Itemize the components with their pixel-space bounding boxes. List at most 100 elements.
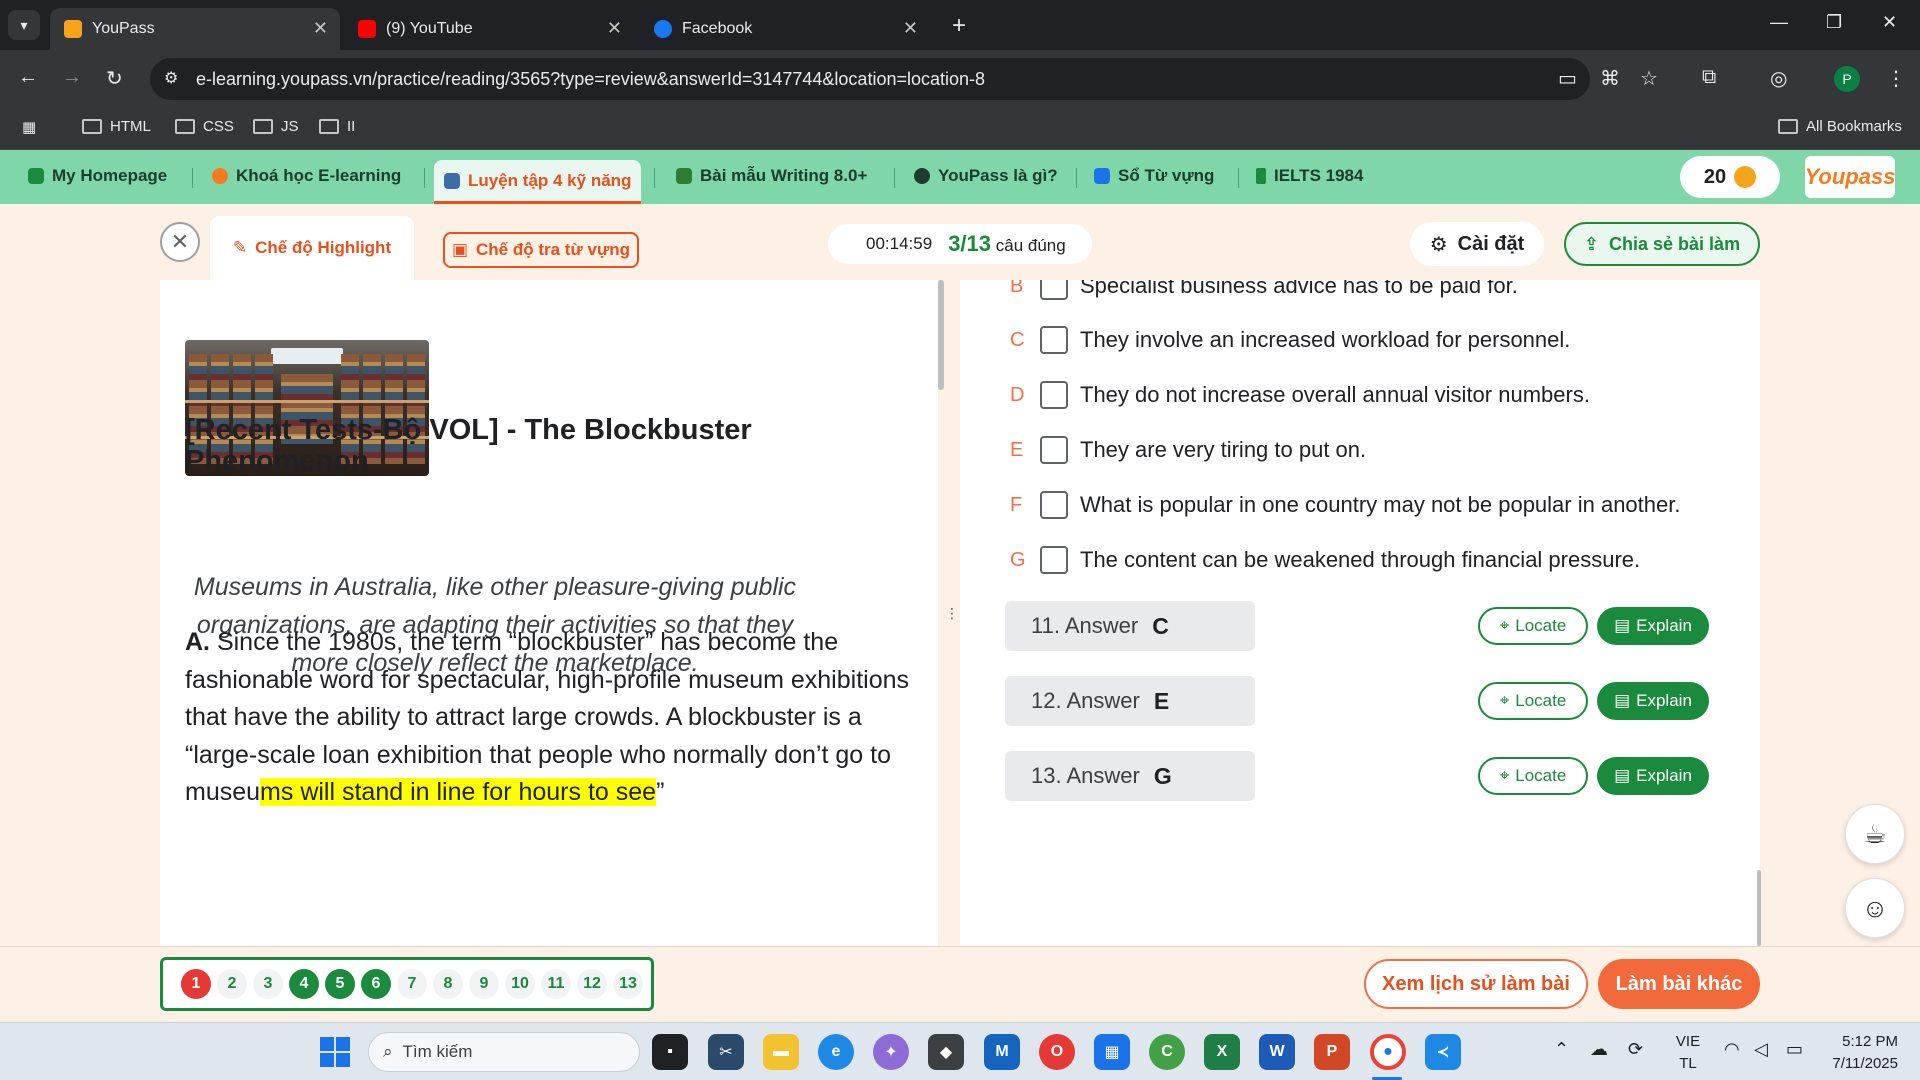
volume-icon[interactable]: ◁: [1754, 1039, 1768, 1060]
youpass-logo[interactable]: Youpass: [1805, 156, 1895, 198]
mascot-chat-icon[interactable]: ☕: [1845, 804, 1905, 864]
option-b[interactable]: B Specialist business advice has to be pa…: [1010, 280, 1518, 300]
question-number-11[interactable]: 11: [541, 969, 571, 999]
nav-my-homepage[interactable]: My Homepage: [28, 166, 167, 186]
close-tab-icon[interactable]: ✕: [607, 18, 622, 39]
excel-icon[interactable]: X: [1204, 1034, 1240, 1070]
nav-ielts-1984[interactable]: IELTS 1984: [1256, 166, 1363, 186]
bookmark-folder-html[interactable]: HTML: [82, 118, 151, 135]
vscode-icon[interactable]: ≺: [1425, 1034, 1461, 1070]
option-checkbox[interactable]: [1040, 546, 1068, 574]
settings-button[interactable]: ⚙ Cài đặt: [1410, 222, 1544, 266]
mascot-help-icon[interactable]: ☺: [1845, 878, 1905, 938]
nav-vocabulary[interactable]: Sổ Từ vựng: [1094, 166, 1214, 186]
option-c[interactable]: C They involve an increased workload for …: [1010, 326, 1570, 354]
store-icon[interactable]: ▦: [1094, 1034, 1130, 1070]
profile-avatar[interactable]: P: [1834, 66, 1860, 92]
explain-button[interactable]: ▤ Explain: [1597, 757, 1709, 795]
option-checkbox[interactable]: [1040, 326, 1068, 354]
highlight-mode-tab[interactable]: ✎ Chế độ Highlight: [210, 216, 414, 280]
locate-button[interactable]: ⌖ Locate: [1478, 757, 1588, 795]
nav-practice-4-skills[interactable]: Luyện tập 4 kỹ năng: [434, 160, 642, 204]
nav-writing-samples[interactable]: Bài mẫu Writing 8.0+: [676, 166, 867, 186]
app-m-icon[interactable]: M: [984, 1034, 1020, 1070]
task-view-icon[interactable]: ▪: [652, 1034, 688, 1070]
question-number-10[interactable]: 10: [505, 969, 535, 999]
option-f[interactable]: F What is popular in one country may not …: [1010, 491, 1680, 519]
coin-balance[interactable]: 20: [1680, 156, 1780, 198]
bookmark-folder-ii[interactable]: II: [319, 118, 355, 135]
forward-icon[interactable]: →: [62, 66, 82, 89]
question-number-3[interactable]: 3: [253, 969, 283, 999]
back-icon[interactable]: ←: [18, 66, 38, 89]
file-explorer-icon[interactable]: ▬: [763, 1034, 799, 1070]
question-number-12[interactable]: 12: [577, 969, 607, 999]
passage-scrollbar[interactable]: [938, 280, 944, 390]
question-number-4[interactable]: 4: [289, 969, 319, 999]
bookmark-folder-js[interactable]: JS: [253, 118, 299, 135]
share-submission-button[interactable]: ⇪ Chia sẻ bài làm: [1564, 222, 1760, 266]
onedrive-icon[interactable]: ☁: [1590, 1039, 1608, 1060]
explain-button[interactable]: ▤ Explain: [1597, 607, 1709, 645]
reload-icon[interactable]: ↻: [106, 66, 123, 91]
option-checkbox[interactable]: [1040, 280, 1068, 300]
bookmark-folder-css[interactable]: CSS: [175, 118, 234, 135]
menu-kebab-icon[interactable]: ⋮: [1886, 66, 1906, 91]
app-cube-icon[interactable]: ◆: [928, 1034, 964, 1070]
minimize-icon[interactable]: —: [1770, 12, 1788, 33]
copilot-icon[interactable]: ✦: [873, 1034, 909, 1070]
question-number-8[interactable]: 8: [433, 969, 463, 999]
close-practice-button[interactable]: ✕: [160, 222, 200, 262]
option-checkbox[interactable]: [1040, 436, 1068, 464]
new-tab-icon[interactable]: +: [952, 12, 966, 40]
opera-icon[interactable]: O: [1039, 1034, 1075, 1070]
all-bookmarks[interactable]: All Bookmarks: [1778, 118, 1902, 135]
panel-resize-handle[interactable]: ⋮: [945, 605, 959, 622]
wifi-icon[interactable]: ◠: [1724, 1039, 1740, 1060]
tab-youpass[interactable]: YouPass ✕: [50, 8, 340, 50]
word-icon[interactable]: W: [1259, 1034, 1295, 1070]
taskbar-search[interactable]: ⌕ Tìm kiếm: [368, 1032, 640, 1072]
screenshot-icon[interactable]: ◎: [1770, 66, 1787, 91]
tab-facebook[interactable]: Facebook ✕: [640, 8, 930, 50]
nav-about-youpass[interactable]: YouPass là gì?: [914, 166, 1058, 186]
clock[interactable]: 5:12 PM 7/11/2025: [1820, 1031, 1898, 1075]
tab-youtube[interactable]: (9) YouTube ✕: [344, 8, 634, 50]
app-c-icon[interactable]: C: [1149, 1034, 1185, 1070]
apps-grid-icon[interactable]: ▦: [22, 118, 36, 136]
powerpoint-icon[interactable]: P: [1314, 1034, 1350, 1070]
highlighted-text[interactable]: ms will stand in line for hours to see: [260, 778, 657, 806]
restore-icon[interactable]: ❐: [1826, 12, 1842, 33]
snipping-tool-icon[interactable]: ✂: [708, 1034, 744, 1070]
explain-button[interactable]: ▤ Explain: [1597, 682, 1709, 720]
close-tab-icon[interactable]: ✕: [903, 18, 918, 39]
question-number-7[interactable]: 7: [397, 969, 427, 999]
translate-icon[interactable]: ⌘: [1600, 66, 1620, 91]
edge-icon[interactable]: e: [818, 1034, 854, 1070]
question-number-5[interactable]: 5: [325, 969, 355, 999]
extensions-icon[interactable]: ⧉: [1702, 66, 1716, 89]
tray-chevron-icon[interactable]: ⌃: [1554, 1039, 1569, 1060]
bookmark-star-icon[interactable]: ☆: [1640, 66, 1658, 91]
install-app-icon[interactable]: ▭: [1558, 66, 1577, 91]
nav-elearning[interactable]: Khoá học E-learning: [212, 166, 401, 186]
question-number-13[interactable]: 13: [613, 969, 643, 999]
history-button[interactable]: Xem lịch sử làm bài: [1364, 959, 1588, 1009]
questions-scrollbar[interactable]: [1757, 870, 1761, 946]
option-checkbox[interactable]: [1040, 381, 1068, 409]
windows-start-icon[interactable]: [320, 1037, 350, 1067]
address-bar[interactable]: ⚙ e-learning.youpass.vn/practice/reading…: [150, 58, 1590, 100]
battery-icon[interactable]: ▭: [1786, 1039, 1803, 1060]
option-checkbox[interactable]: [1040, 491, 1068, 519]
option-e[interactable]: E They are very tiring to put on.: [1010, 436, 1366, 464]
site-info-icon[interactable]: ⚙: [164, 68, 178, 88]
question-number-2[interactable]: 2: [217, 969, 247, 999]
chrome-icon[interactable]: ●: [1370, 1034, 1406, 1070]
locate-button[interactable]: ⌖ Locate: [1478, 682, 1588, 720]
close-tab-icon[interactable]: ✕: [313, 18, 328, 39]
vocab-lookup-mode-button[interactable]: ▣ Chế độ tra từ vựng: [443, 232, 639, 268]
tab-search-icon[interactable]: ▾: [8, 10, 40, 40]
language-indicator[interactable]: VIE TL: [1670, 1031, 1706, 1075]
window-close-icon[interactable]: ✕: [1882, 12, 1897, 33]
sync-icon[interactable]: ⟳: [1628, 1039, 1643, 1060]
